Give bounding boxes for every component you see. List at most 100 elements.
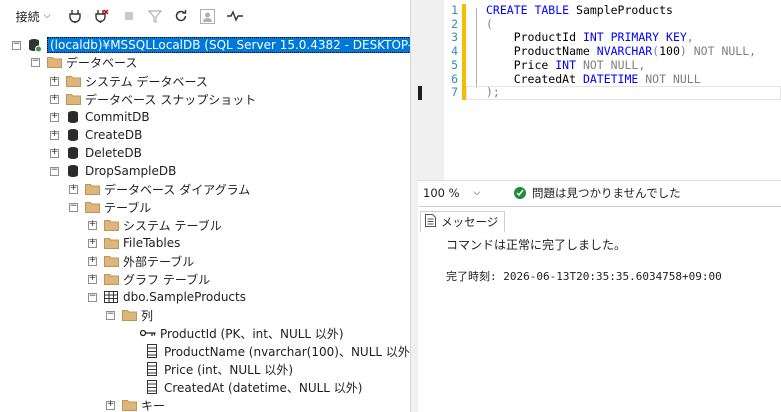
plug-icon[interactable] <box>66 7 84 25</box>
tree-node[interactable]: − dbo.SampleProducts <box>88 288 246 306</box>
folder-icon <box>103 253 119 269</box>
connect-dropdown[interactable]: 接続 ⌵ <box>8 7 58 25</box>
tree-node[interactable]: + DeleteDB <box>50 144 142 162</box>
code-line[interactable]: ProductId INT PRIMARY KEY, <box>486 30 694 44</box>
tree-node[interactable]: + システム テーブル <box>88 216 222 234</box>
tree-node[interactable]: + システム データベース <box>50 72 208 90</box>
tree-node-label: CreatedAt (datetime、NULL 以外) <box>164 380 363 395</box>
tab-messages[interactable]: メッセージ <box>420 211 506 232</box>
tree-node-label: (localdb)¥MSSQLLocalDB (SQL Server 15.0.… <box>47 37 410 53</box>
object-explorer-scrollbar[interactable] <box>410 0 418 412</box>
database-icon <box>65 145 81 161</box>
sql-token: ( <box>486 16 493 31</box>
code-line[interactable]: ProductName NVARCHAR(100) NOT NULL, <box>486 44 756 58</box>
expand-icon[interactable]: + <box>50 130 59 140</box>
folder-icon <box>103 235 119 251</box>
column-icon <box>144 379 160 395</box>
tree-node-label: グラフ テーブル <box>123 272 211 287</box>
folder-icon <box>84 181 100 197</box>
tree-node-label: テーブル <box>104 200 152 215</box>
sql-keyword: INT PRIMARY KEY <box>582 30 687 45</box>
tree-node[interactable]: − (localdb)¥MSSQLLocalDB (SQL Server 15.0… <box>12 36 410 54</box>
line-number: 5 <box>451 57 458 72</box>
stop-icon[interactable] <box>120 7 138 25</box>
code-line[interactable]: CREATE TABLE SampleProducts <box>486 3 673 17</box>
expand-icon[interactable]: + <box>50 148 59 158</box>
line-number: 1 <box>451 3 458 17</box>
collapse-icon[interactable]: − <box>31 57 40 67</box>
tree-node[interactable]: + 外部テーブル <box>88 252 194 270</box>
tree-node-label: ProductId (PK、int、NULL 以外) <box>160 326 344 341</box>
expand-icon[interactable]: + <box>88 256 97 266</box>
expand-icon[interactable]: + <box>88 238 97 248</box>
tree-node-label: Price (int、NULL 以外) <box>164 362 294 377</box>
collapse-icon[interactable]: − <box>88 292 97 302</box>
expand-icon[interactable]: + <box>69 184 78 194</box>
tree-node-label: データベース スナップショット <box>85 92 257 107</box>
code-line[interactable]: Price INT NOT NULL, <box>486 57 646 72</box>
sql-token: ProductName <box>486 44 597 59</box>
line-number: 7 <box>451 85 458 100</box>
tree-node-label: CommitDB <box>85 110 150 124</box>
line-number: 6 <box>451 71 458 86</box>
tree-node[interactable]: + キー <box>106 396 165 412</box>
code-line[interactable]: ( <box>486 17 493 31</box>
messages-pane: メッセージ コマンドは正常に完了しました。 完了時刻: 2026-06-13T2… <box>418 206 781 412</box>
tree-node[interactable]: + FileTables <box>88 234 180 252</box>
expand-icon[interactable]: + <box>106 400 115 410</box>
tree-node[interactable]: ProductName (nvarchar(100)、NULL 以外) <box>144 342 410 360</box>
expand-icon[interactable]: + <box>88 220 97 230</box>
sql-token: ) <box>679 44 687 59</box>
folder-icon <box>121 307 137 323</box>
sql-token: NOT NULL, <box>576 57 646 72</box>
tree-node[interactable]: − データベース <box>31 53 137 71</box>
disconnect-icon[interactable] <box>92 7 110 25</box>
tree-node-label: CreateDB <box>85 128 143 142</box>
expand-icon[interactable]: + <box>50 76 59 86</box>
tree-node[interactable]: + CommitDB <box>50 108 150 126</box>
collapse-icon[interactable]: − <box>50 166 59 176</box>
expand-icon[interactable]: + <box>50 112 59 122</box>
column-icon <box>144 343 160 359</box>
check-icon <box>514 187 526 199</box>
tree-node-label: データベース ダイアグラム <box>104 182 251 197</box>
folder-icon <box>65 73 81 89</box>
collapse-icon[interactable]: − <box>106 310 115 320</box>
sql-token: Price <box>486 57 556 72</box>
database-icon <box>65 127 81 143</box>
database-icon <box>65 163 81 179</box>
filter-icon[interactable] <box>146 7 164 25</box>
chevron-down-icon: ⌵ <box>473 188 481 198</box>
pulse-icon[interactable] <box>226 7 244 25</box>
expand-icon[interactable]: + <box>50 94 59 104</box>
tree-node[interactable]: Price (int、NULL 以外) <box>144 360 293 378</box>
collapse-icon[interactable]: − <box>69 202 78 212</box>
query-editor[interactable]: 1 2 3 4 5 6 7 CREATE TABLE SampleProducts( Prod… <box>418 0 781 180</box>
tree-node[interactable]: − DropSampleDB <box>50 162 176 180</box>
expand-icon[interactable]: + <box>88 274 97 284</box>
tree-node[interactable]: + データベース スナップショット <box>50 90 256 108</box>
zoom-dropdown[interactable]: 100 % ⌵ <box>423 185 491 201</box>
tree-node[interactable]: CreatedAt (datetime、NULL 以外) <box>144 378 363 396</box>
tree-node[interactable]: + CreateDB <box>50 126 142 144</box>
tree-node[interactable]: + グラフ テーブル <box>88 270 210 288</box>
tree-node-label: dbo.SampleProducts <box>123 290 246 304</box>
column-icon <box>144 361 160 377</box>
current-line-highlight <box>466 86 781 100</box>
sql-keyword: INT <box>555 57 577 72</box>
code-line[interactable]: CreatedAt DATETIME NOT NULL <box>486 72 701 86</box>
collapse-icon[interactable]: − <box>12 40 21 50</box>
folder-icon <box>65 91 81 107</box>
tree-node-label: データベース <box>66 55 138 70</box>
folder-icon <box>46 54 62 70</box>
tree-node[interactable]: ProductId (PK、int、NULL 以外) <box>140 324 344 342</box>
code-line[interactable]: ); <box>486 85 500 99</box>
sql-token: NOT NULL <box>638 71 701 86</box>
tree-node[interactable]: + データベース ダイアグラム <box>69 180 250 198</box>
tree-node[interactable]: − 列 <box>106 306 153 324</box>
line-number: 2 <box>451 16 458 31</box>
refresh-icon[interactable] <box>172 7 190 25</box>
activity-monitor-icon[interactable] <box>198 7 216 25</box>
tree-node-label: DropSampleDB <box>85 164 177 178</box>
tree-node[interactable]: − テーブル <box>69 198 151 216</box>
